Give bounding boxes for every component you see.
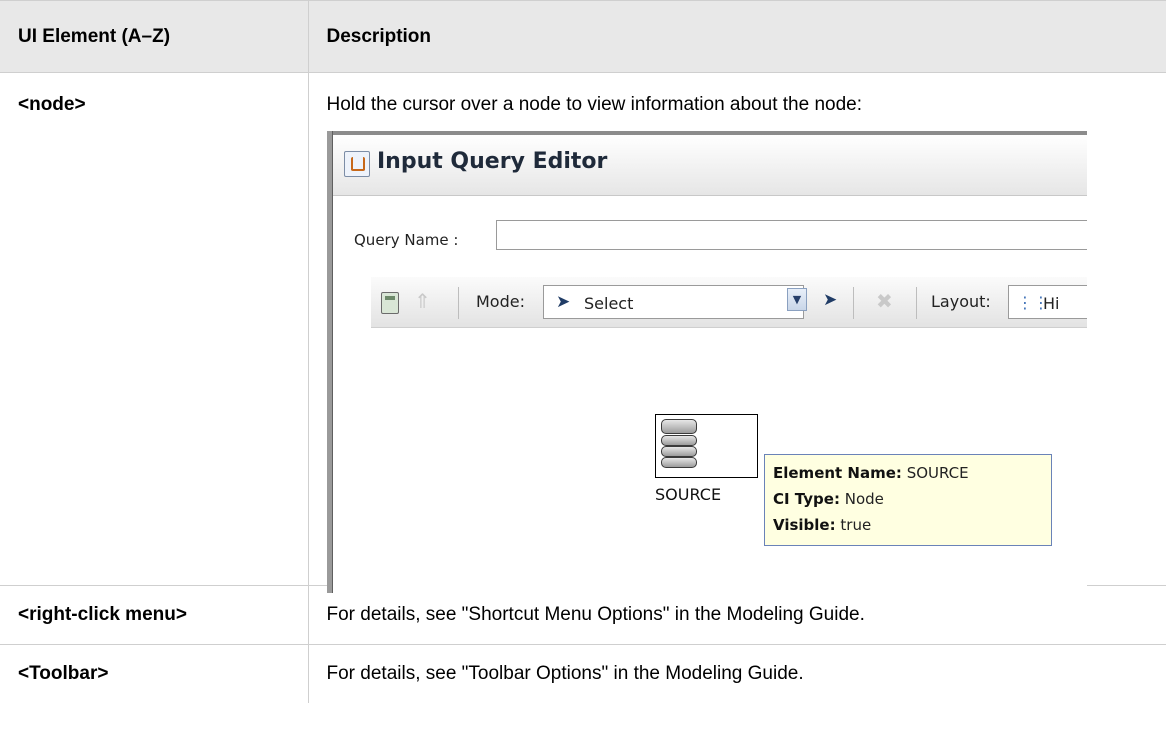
- tooltip-value: SOURCE: [906, 464, 969, 482]
- node-tooltip: Element Name: SOURCE CI Type: Node Visib…: [764, 454, 1052, 546]
- toolbar-separator: [458, 287, 459, 319]
- window-title: Input Query Editor: [377, 149, 608, 174]
- layout-select[interactable]: ⋮⋮ Hi: [1008, 285, 1087, 319]
- editor-toolbar: ⇑ Mode: ➤ Select ▼ ➤ ✖ Layout: ⋮⋮ Hi: [371, 277, 1087, 328]
- query-name-input[interactable]: [496, 220, 1087, 250]
- header-description: Description: [307, 0, 1166, 73]
- header-ui-element: UI Element (A–Z): [0, 0, 309, 73]
- table-row: <Toolbar> For details, see "Toolbar Opti…: [0, 644, 1166, 703]
- row-description-right-click-menu: For details, see "Shortcut Menu Options"…: [307, 585, 1166, 645]
- arrow-up-icon[interactable]: ⇑: [414, 289, 431, 313]
- tooltip-value: Node: [844, 490, 884, 508]
- delete-icon[interactable]: ✖: [876, 289, 893, 313]
- row-element-toolbar: <Toolbar>: [0, 644, 309, 703]
- table-header-row: UI Element (A–Z) Description: [0, 0, 1166, 73]
- toolbar-separator: [853, 287, 854, 319]
- toolbar-separator: [916, 287, 917, 319]
- row-element-node: <node>: [0, 72, 309, 586]
- tooltip-value: true: [840, 516, 872, 534]
- java-app-icon: [344, 151, 370, 177]
- source-node[interactable]: [655, 414, 758, 478]
- row-description-toolbar: For details, see "Toolbar Options" in th…: [307, 644, 1166, 703]
- tooltip-line: Visible: true: [773, 516, 872, 534]
- layout-select-value: Hi: [1043, 294, 1060, 313]
- table-row: <right-click menu> For details, see "Sho…: [0, 585, 1166, 645]
- tooltip-line: Element Name: SOURCE: [773, 464, 969, 482]
- calculator-icon[interactable]: [381, 292, 399, 314]
- mode-select[interactable]: ➤ Select: [543, 285, 804, 319]
- mode-label: Mode:: [476, 292, 525, 311]
- layout-label: Layout:: [931, 292, 991, 311]
- source-node-label: SOURCE: [655, 485, 722, 504]
- input-query-editor-screenshot: Input Query Editor Query Name : ⇑ Mode: …: [327, 131, 1087, 593]
- tooltip-key: Visible: [773, 516, 830, 534]
- tooltip-key: CI Type: [773, 490, 834, 508]
- window-titlebar: Input Query Editor: [333, 135, 1087, 196]
- query-name-label: Query Name :: [354, 231, 459, 249]
- mode-dropdown-button[interactable]: ▼: [787, 288, 807, 311]
- database-icon: [661, 419, 697, 469]
- pointer-icon[interactable]: ➤: [823, 290, 837, 310]
- row-element-right-click-menu: <right-click menu>: [0, 585, 309, 645]
- tooltip-line: CI Type: Node: [773, 490, 884, 508]
- editor-content: Query Name : ⇑ Mode: ➤ Select ▼ ➤ ✖ Layo…: [333, 196, 1087, 593]
- tooltip-key: Element Name: [773, 464, 896, 482]
- mode-select-value: Select: [584, 294, 634, 313]
- select-pointer-icon: ➤: [556, 292, 571, 312]
